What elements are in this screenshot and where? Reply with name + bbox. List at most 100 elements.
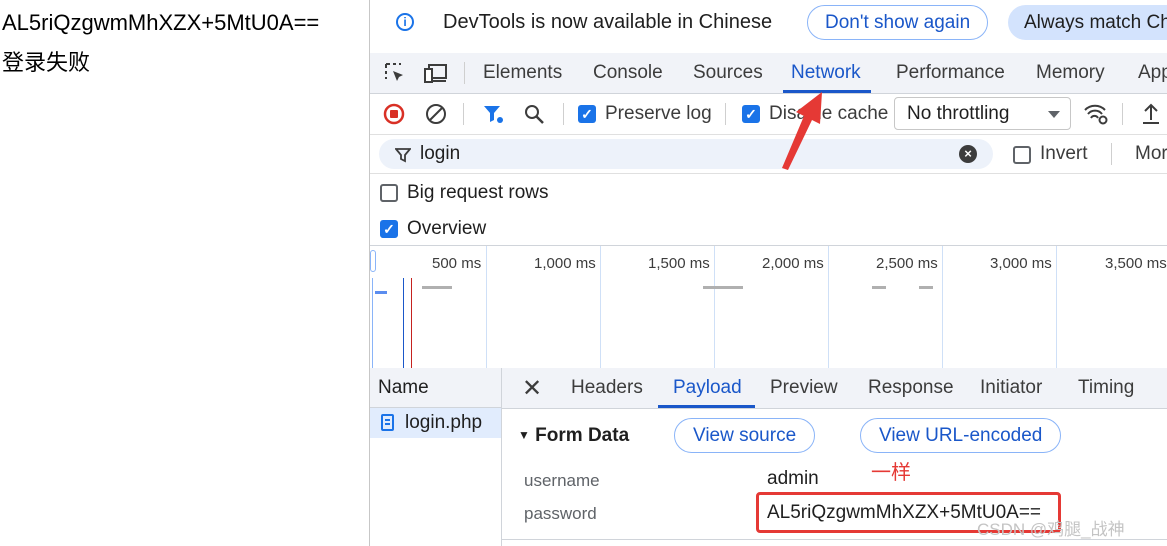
stop-recording-icon[interactable]	[383, 103, 405, 125]
device-toolbar-icon[interactable]	[424, 62, 448, 84]
clear-filter-icon[interactable]: ×	[959, 145, 977, 163]
view-url-encoded-button[interactable]: View URL-encoded	[860, 418, 1062, 453]
toolbar-separator	[725, 103, 726, 125]
tab-preview[interactable]: Preview	[770, 377, 838, 399]
tab-headers[interactable]: Headers	[571, 377, 643, 399]
toolbar-separator	[463, 103, 464, 125]
preserve-log-label: Preserve log	[605, 103, 712, 124]
tab-response[interactable]: Response	[868, 377, 954, 399]
web-page-area: AL5riQzgwmMhXZX+5MtU0A== 登录失败	[0, 0, 369, 546]
request-bar	[422, 286, 452, 289]
overview-option: ✓ Overview	[370, 211, 1167, 247]
inspect-element-icon[interactable]	[384, 62, 406, 84]
time-tick: 1,000 ms	[534, 255, 596, 272]
grid-line	[486, 246, 487, 368]
chevron-down-icon	[1048, 111, 1060, 118]
filter-value: login	[420, 143, 461, 164]
tab-memory[interactable]: Memory	[1036, 62, 1105, 84]
dom-content-loaded-marker	[403, 278, 404, 368]
disable-cache-checkbox[interactable]: ✓	[742, 105, 760, 123]
throttling-select[interactable]: No throttling	[894, 97, 1071, 130]
request-list: Name login.php	[370, 368, 502, 546]
preserve-log-checkbox[interactable]: ✓	[578, 105, 596, 123]
search-icon[interactable]	[523, 103, 545, 125]
request-bar	[703, 286, 743, 289]
funnel-icon	[395, 148, 411, 163]
throttling-value: No throttling	[907, 103, 1010, 124]
filter-input[interactable]: login ×	[379, 139, 993, 169]
grid-line	[714, 246, 715, 368]
more-filters-button[interactable]: Mor	[1135, 143, 1167, 165]
tab-timing[interactable]: Timing	[1078, 377, 1134, 399]
infobar-message: DevTools is now available in Chinese	[443, 11, 773, 33]
document-icon	[381, 414, 394, 431]
time-tick: 500 ms	[432, 255, 482, 272]
info-icon: i	[396, 13, 414, 31]
tab-network[interactable]: Network	[791, 62, 861, 84]
form-data-title: Form Data	[535, 425, 630, 446]
close-icon[interactable]: ✕	[522, 374, 542, 403]
tab-elements[interactable]: Elements	[483, 62, 562, 84]
request-bar	[375, 291, 387, 294]
time-tick: 2,500 ms	[876, 255, 938, 272]
time-tick: 2,000 ms	[762, 255, 824, 272]
overview-range-handle[interactable]	[370, 250, 376, 272]
big-request-rows-checkbox[interactable]	[380, 184, 398, 202]
time-tick: 3,000 ms	[990, 255, 1052, 272]
tab-payload[interactable]: Payload	[673, 377, 742, 399]
active-detail-tab-indicator	[658, 405, 755, 408]
watermark: CSDN @鸡腿_战神	[977, 520, 1125, 539]
overview-label: Overview	[407, 218, 487, 239]
toolbar-separator	[563, 103, 564, 125]
toolbar-separator	[1122, 103, 1123, 125]
grid-line	[1056, 246, 1057, 368]
request-row-login-php[interactable]: login.php	[370, 408, 501, 438]
name-column-header[interactable]: Name	[370, 368, 501, 408]
overview-checkbox[interactable]: ✓	[380, 220, 398, 238]
network-toolbar: ✓ Preserve log ✓ Disable cache No thrott…	[370, 94, 1167, 135]
detail-tabs: ✕ Headers Payload Preview Response Initi…	[502, 368, 1167, 409]
page-output-message: 登录失败	[2, 50, 91, 75]
annotation-note: 一样	[871, 462, 911, 484]
filter-row: login × Invert Mor	[370, 135, 1167, 174]
tab-sources[interactable]: Sources	[693, 62, 763, 84]
filter-separator	[1111, 143, 1112, 165]
panel-tabs: Elements Console Sources Network Perform…	[370, 53, 1167, 94]
big-request-rows-label: Big request rows	[407, 182, 549, 203]
name-column-label: Name	[378, 377, 429, 398]
clear-icon[interactable]	[425, 103, 447, 125]
big-request-rows-option: Big request rows	[370, 175, 1167, 211]
triangle-down-icon: ▼	[518, 428, 530, 442]
always-match-button[interactable]: Always match Ch	[1008, 5, 1167, 40]
invert-label: Invert	[1040, 143, 1088, 164]
grid-line	[942, 246, 943, 368]
request-bar	[919, 286, 933, 289]
tabs-separator	[464, 62, 465, 84]
time-tick: 1,500 ms	[648, 255, 710, 272]
overview-selection-edge	[372, 278, 373, 368]
import-har-icon[interactable]	[1140, 102, 1162, 126]
time-tick: 3,500 ms	[1105, 255, 1167, 272]
form-data-section-toggle[interactable]: ▼ Form Data	[518, 425, 629, 447]
invert-checkbox[interactable]	[1013, 146, 1031, 164]
form-key-password: password	[524, 504, 597, 523]
form-value-username: admin	[767, 468, 819, 489]
network-conditions-icon[interactable]	[1083, 102, 1109, 126]
filter-icon[interactable]	[482, 103, 504, 125]
network-overview[interactable]: 500 ms 1,000 ms 1,500 ms 2,000 ms 2,500 …	[370, 245, 1167, 369]
tab-initiator[interactable]: Initiator	[980, 377, 1042, 399]
load-event-marker	[411, 278, 412, 368]
annotation-arrow-icon	[782, 92, 822, 170]
grid-line	[828, 246, 829, 368]
tab-application[interactable]: App	[1138, 62, 1167, 84]
grid-line	[600, 246, 601, 368]
form-key-username: username	[524, 471, 600, 490]
devtools-panel: i DevTools is now available in Chinese D…	[369, 0, 1167, 546]
dont-show-again-button[interactable]: Don't show again	[807, 5, 989, 40]
tab-performance[interactable]: Performance	[896, 62, 1005, 84]
request-name: login.php	[405, 412, 483, 433]
tab-console[interactable]: Console	[593, 62, 663, 84]
request-bar	[872, 286, 886, 289]
language-infobar: i DevTools is now available in Chinese D…	[370, 0, 1167, 53]
view-source-button[interactable]: View source	[674, 418, 816, 453]
